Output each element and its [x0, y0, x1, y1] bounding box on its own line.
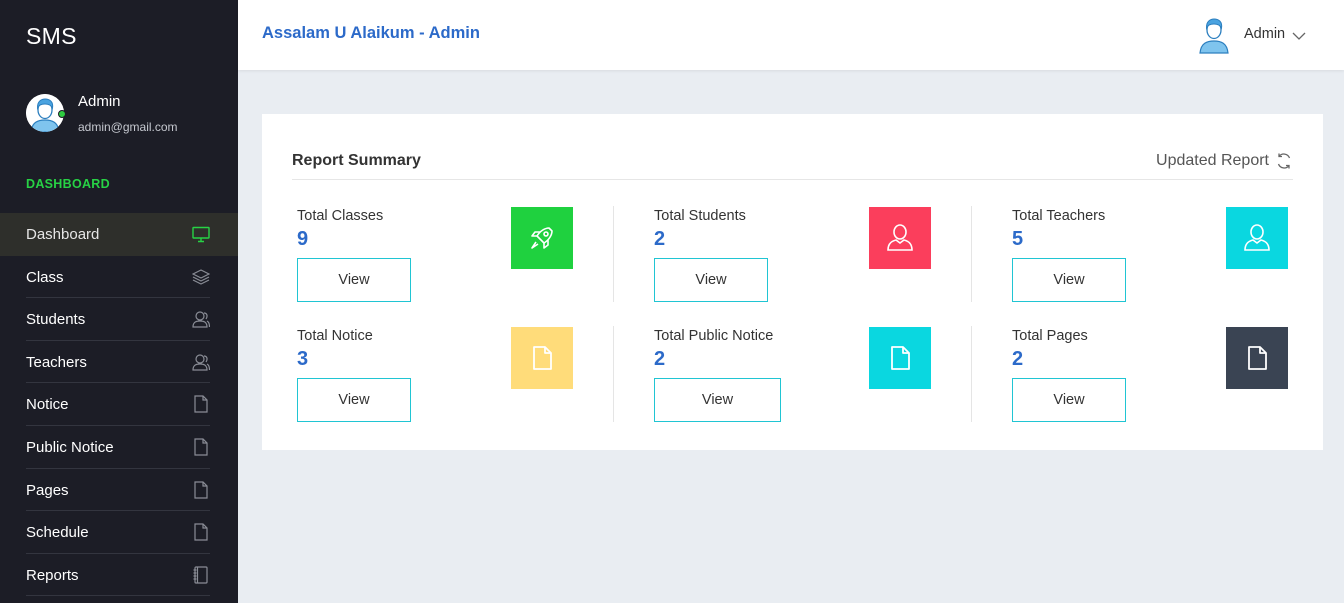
user-icon: [1226, 207, 1288, 269]
chevron-down-icon: [1292, 28, 1306, 40]
stat-label: Total Public Notice: [654, 328, 774, 344]
stat-count: 5: [1012, 228, 1024, 250]
view-pages-button[interactable]: View: [1012, 378, 1126, 422]
profile-email: admin@gmail.com: [78, 120, 178, 134]
users-icon: [192, 353, 211, 371]
sidebar-item-label: Class: [26, 268, 64, 286]
document-icon: [192, 395, 210, 413]
stat-label: Total Students: [654, 208, 746, 224]
sidebar-item-label: Teachers: [26, 353, 87, 371]
sidebar-item-schedule[interactable]: Schedule: [0, 511, 238, 554]
page-greeting: Assalam U Alaikum - Admin: [262, 24, 480, 42]
view-students-button[interactable]: View: [654, 258, 768, 302]
monitor-icon: [192, 225, 210, 243]
rocket-icon: [511, 207, 573, 269]
stat-count: 2: [654, 348, 666, 370]
stat-label: Total Pages: [1012, 328, 1088, 344]
topbar: Assalam U Alaikum - Admin Admin: [238, 0, 1344, 70]
updated-report-label: Updated Report: [1156, 152, 1269, 169]
profile-name: Admin: [78, 93, 121, 110]
sidebar-item-teachers[interactable]: Teachers: [0, 341, 238, 384]
refresh-icon[interactable]: [1275, 152, 1293, 170]
stat-label: Total Notice: [297, 328, 373, 344]
avatar: [1198, 16, 1230, 54]
view-public-notice-button[interactable]: View: [654, 378, 781, 422]
online-status-dot: [58, 110, 66, 118]
stat-total-notice: Total Notice 3 View: [297, 326, 588, 422]
sidebar-item-label: Schedule: [26, 524, 89, 542]
stat-total-teachers: Total Teachers 5 View: [1012, 206, 1303, 302]
user-name: Admin: [1244, 26, 1286, 42]
layers-icon: [191, 268, 211, 286]
sidebar-item-public-notice[interactable]: Public Notice: [0, 426, 238, 469]
report-summary-card: Report Summary Updated Report Total Clas…: [262, 114, 1323, 450]
sidebar-item-label: Students: [26, 311, 86, 329]
sidebar-item-pages[interactable]: Pages: [0, 469, 238, 512]
stat-count: 3: [297, 348, 309, 370]
view-teachers-button[interactable]: View: [1012, 258, 1126, 302]
stat-count: 2: [654, 228, 666, 250]
stat-label: Total Classes: [297, 208, 384, 224]
stat-total-pages: Total Pages 2 View: [1012, 326, 1303, 422]
sidebar-item-students[interactable]: Students: [0, 298, 238, 341]
document-icon: [192, 523, 210, 541]
view-classes-button[interactable]: View: [297, 258, 411, 302]
sidebar-item-class[interactable]: Class: [0, 256, 238, 299]
stat-divider: [971, 326, 972, 422]
sidebar-item-reports[interactable]: Reports: [0, 554, 238, 597]
sidebar-item-notice[interactable]: Notice: [0, 383, 238, 426]
users-icon: [192, 310, 211, 328]
view-notice-button[interactable]: View: [297, 378, 411, 422]
sidebar-profile: Admin admin@gmail.com: [26, 92, 226, 136]
sidebar: SMS Admin admin@gmail.com DASHBOARD Dash…: [0, 0, 238, 603]
stat-total-public-notice: Total Public Notice 2 View: [654, 326, 945, 422]
stat-divider: [971, 206, 972, 302]
stat-total-students: Total Students 2 View: [654, 206, 945, 302]
sidebar-item-label: Pages: [26, 481, 69, 499]
document-icon: [869, 327, 931, 389]
sidebar-item-label: Notice: [26, 396, 69, 414]
user-menu-dropdown[interactable]: Admin: [1198, 16, 1310, 54]
document-icon: [192, 480, 210, 499]
sidebar-item-label: Reports: [26, 566, 79, 584]
document-icon: [511, 327, 573, 389]
sidebar-item-dashboard[interactable]: Dashboard: [0, 213, 238, 256]
document-icon: [1226, 327, 1288, 389]
stat-label: Total Teachers: [1012, 208, 1106, 224]
document-icon: [192, 438, 210, 456]
stat-divider: [613, 326, 614, 422]
sidebar-section-label: DASHBOARD: [26, 177, 110, 191]
stat-total-classes: Total Classes 9 View: [297, 206, 588, 302]
card-header: Report Summary Updated Report: [292, 138, 1293, 180]
brand-logo-text[interactable]: SMS: [26, 23, 77, 50]
sidebar-item-label: Public Notice: [26, 438, 114, 456]
stat-count: 9: [297, 228, 309, 250]
sidebar-menu: Dashboard Class Students Teachers Notice…: [0, 213, 238, 597]
card-title: Report Summary: [292, 152, 421, 169]
sidebar-item-label: Dashboard: [26, 226, 100, 243]
stat-divider: [613, 206, 614, 302]
user-icon: [869, 207, 931, 269]
stat-count: 2: [1012, 348, 1024, 370]
notebook-icon: [192, 566, 210, 584]
